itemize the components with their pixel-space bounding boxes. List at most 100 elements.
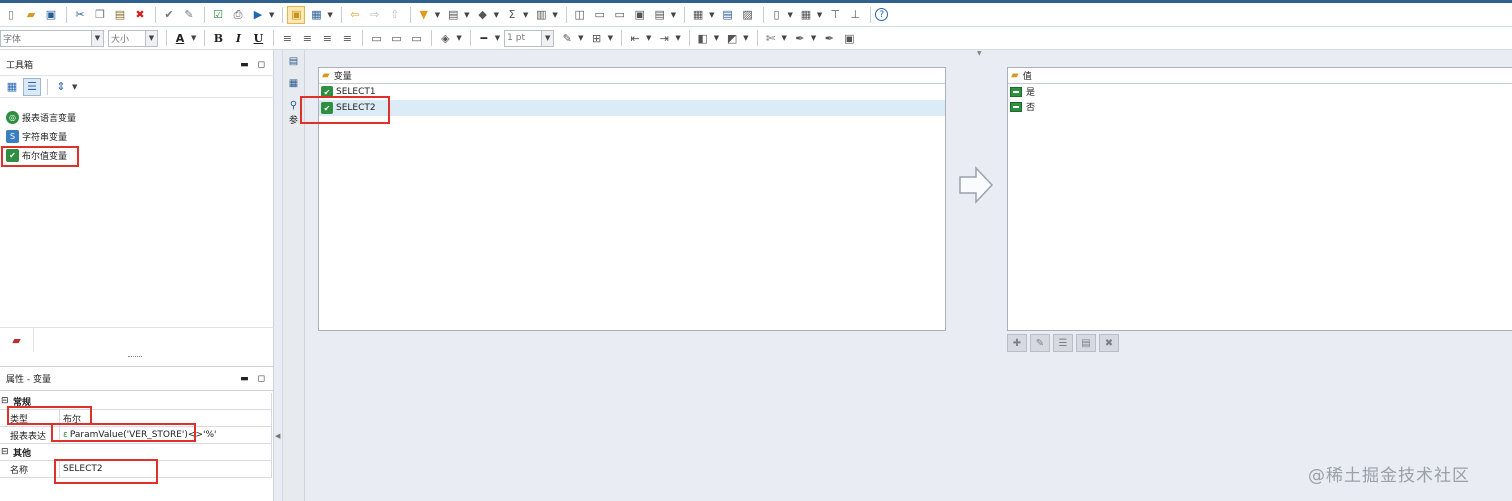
- page-footer-icon[interactable]: ▭: [611, 6, 629, 24]
- format-painter-icon[interactable]: ▣: [840, 29, 858, 47]
- chart-icon[interactable]: ▦: [689, 6, 707, 24]
- chevron-down-icon[interactable]: ▼: [817, 11, 822, 19]
- chevron-down-icon[interactable]: ▼: [788, 11, 793, 19]
- report-icon[interactable]: ▤: [651, 6, 669, 24]
- dictionary-strip-icon[interactable]: ▦: [286, 75, 302, 91]
- sort-order-icon[interactable]: ⇕: [52, 78, 70, 96]
- font-color-icon[interactable]: A: [171, 29, 189, 47]
- page-header-icon[interactable]: ▭: [591, 6, 609, 24]
- align-middle-icon[interactable]: ⊥: [846, 6, 864, 24]
- chevron-down-icon[interactable]: ▼: [782, 34, 787, 42]
- clear-format-icon[interactable]: ✄: [762, 29, 780, 47]
- layout-icon[interactable]: ▦: [307, 6, 325, 24]
- chevron-down-icon[interactable]: ▼: [269, 11, 274, 19]
- delete-icon[interactable]: ✖: [131, 6, 149, 24]
- panel-window-controls[interactable]: ▬ ◻: [240, 374, 268, 384]
- list-item[interactable]: 否: [1008, 99, 1512, 114]
- variables-listbox[interactable]: ▰ 变量 ✔ SELECT1 ✔ SELECT2: [318, 67, 946, 331]
- condition-icon[interactable]: ◆: [474, 6, 492, 24]
- chevron-down-icon[interactable]: ▼: [675, 34, 680, 42]
- valign-middle-icon[interactable]: ▭: [387, 29, 405, 47]
- format-icon[interactable]: ▥: [532, 6, 550, 24]
- align-left-icon[interactable]: ≡: [278, 29, 296, 47]
- chevron-down-icon[interactable]: ▼: [552, 11, 557, 19]
- font-size-combobox[interactable]: 大小 ▼: [108, 29, 158, 47]
- chevron-down-icon[interactable]: ▼: [714, 34, 719, 42]
- remove-value-button[interactable]: ✖: [1099, 334, 1119, 352]
- tag-icon[interactable]: ✎: [180, 6, 198, 24]
- values-listbox[interactable]: ▰ 值 是 否: [1007, 67, 1512, 331]
- edit-value-button[interactable]: ✎: [1030, 334, 1050, 352]
- properties-strip-icon[interactable]: ▤: [286, 53, 302, 69]
- check-icon[interactable]: ✔: [160, 6, 178, 24]
- undo-icon[interactable]: ⇦: [346, 6, 364, 24]
- bold-button[interactable]: B: [209, 29, 227, 47]
- chevron-down-icon[interactable]: ▼: [671, 11, 676, 19]
- chevron-down-icon[interactable]: ▼: [464, 11, 469, 19]
- indent-increase-icon[interactable]: ⇥: [655, 29, 673, 47]
- panel-window-controls[interactable]: ▬ ◻: [240, 60, 268, 70]
- chevron-down-icon[interactable]: ▼: [495, 34, 500, 42]
- group-icon[interactable]: ▣: [631, 6, 649, 24]
- apply-style-icon[interactable]: ✒: [820, 29, 838, 47]
- align-center-icon[interactable]: ≡: [298, 29, 316, 47]
- chevron-down-icon[interactable]: ▼: [646, 34, 651, 42]
- chevron-down-icon[interactable]: ▼: [494, 11, 499, 19]
- chevron-down-icon[interactable]: ▼: [523, 11, 528, 19]
- indent-decrease-icon[interactable]: ⇤: [626, 29, 644, 47]
- new-file-icon[interactable]: ▯: [2, 6, 20, 24]
- italic-button[interactable]: I: [229, 29, 247, 47]
- line-style-icon[interactable]: ━: [475, 29, 493, 47]
- chevron-down-icon[interactable]: ▼: [91, 30, 103, 46]
- list-item-selected[interactable]: ✔ SELECT2: [319, 100, 945, 116]
- data-source-icon[interactable]: ▤: [719, 6, 737, 24]
- move-right-arrow-icon[interactable]: [958, 166, 994, 204]
- tab-toolbox[interactable]: ▰: [0, 328, 34, 352]
- valign-bottom-icon[interactable]: ▭: [407, 29, 425, 47]
- chevron-down-icon[interactable]: ▼: [72, 83, 77, 91]
- chevron-down-icon[interactable]: ▼: [456, 34, 461, 42]
- chevron-down-icon[interactable]: ▼: [709, 11, 714, 19]
- chevron-down-icon[interactable]: ▼: [578, 34, 583, 42]
- picture-icon[interactable]: ▨: [739, 6, 757, 24]
- condition-format-icon[interactable]: ◩: [723, 29, 741, 47]
- up-icon[interactable]: ⇧: [386, 6, 404, 24]
- list-value-button[interactable]: ☰: [1053, 334, 1073, 352]
- chevron-down-icon[interactable]: ▼: [743, 34, 748, 42]
- details-value-button[interactable]: ▤: [1076, 334, 1096, 352]
- save-icon[interactable]: ▣: [42, 6, 60, 24]
- list-view-icon[interactable]: ☰: [23, 77, 41, 96]
- chevron-down-icon[interactable]: ▼: [145, 30, 157, 46]
- chevron-down-icon[interactable]: ▼: [191, 34, 196, 42]
- run-icon[interactable]: ▶: [249, 6, 267, 24]
- chevron-down-icon[interactable]: ▼: [811, 34, 816, 42]
- paste-icon[interactable]: ▤: [111, 6, 129, 24]
- list-item[interactable]: 是: [1008, 84, 1512, 99]
- sum-icon[interactable]: Σ: [503, 6, 521, 24]
- underline-button[interactable]: U: [249, 29, 267, 47]
- sort-icon[interactable]: ▤: [444, 6, 462, 24]
- splitter-grip[interactable]: [128, 356, 142, 359]
- copy-icon[interactable]: ❐: [91, 6, 109, 24]
- chevron-down-icon[interactable]: ▼: [541, 30, 554, 46]
- chevron-down-icon[interactable]: ▼: [327, 11, 332, 19]
- line-width-combobox[interactable]: 1 pt ▼: [504, 29, 555, 47]
- collapse-left-icon[interactable]: ◀: [275, 432, 280, 440]
- pick-style-icon[interactable]: ✒: [791, 29, 809, 47]
- valign-top-icon[interactable]: ▭: [367, 29, 385, 47]
- table-icon[interactable]: ▦: [797, 6, 815, 24]
- align-top-icon[interactable]: ⊤: [826, 6, 844, 24]
- redo-icon[interactable]: ⇨: [366, 6, 384, 24]
- document-icon[interactable]: ▯: [768, 6, 786, 24]
- lock-icon[interactable]: ▣: [287, 5, 306, 24]
- align-right-icon[interactable]: ≡: [318, 29, 336, 47]
- style-icon[interactable]: ◧: [694, 29, 712, 47]
- borders-icon[interactable]: ⊞: [588, 29, 606, 47]
- columns-icon[interactable]: ◫: [571, 6, 589, 24]
- pen-color-icon[interactable]: ✎: [558, 29, 576, 47]
- justify-icon[interactable]: ≡: [338, 29, 356, 47]
- grid-view-icon[interactable]: ▦: [3, 78, 21, 96]
- validate-icon[interactable]: ☑: [209, 6, 227, 24]
- cut-icon[interactable]: ✂: [71, 6, 89, 24]
- list-item[interactable]: ✔ SELECT1: [319, 84, 945, 100]
